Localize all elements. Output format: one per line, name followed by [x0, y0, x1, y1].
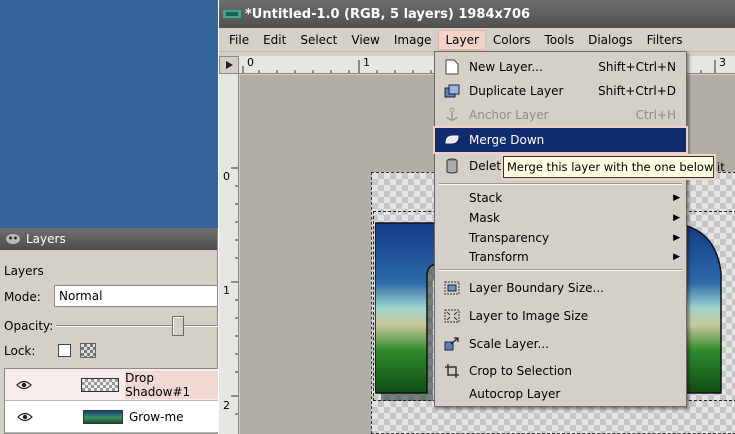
submenu-arrow-icon: ▶	[673, 252, 680, 262]
menu-colors[interactable]: Colors	[487, 31, 537, 49]
menu-item-label: Anchor Layer	[469, 108, 549, 122]
menu-image[interactable]: Image	[388, 31, 438, 49]
opacity-slider[interactable]	[56, 325, 218, 327]
gimp-logo-icon	[4, 232, 22, 246]
menu-item-label: Crop to Selection	[469, 364, 572, 378]
dock-title: Layers	[26, 232, 66, 246]
ruler-corner-button[interactable]	[219, 56, 239, 74]
layer-boundary-icon	[435, 281, 469, 295]
layer-row-grow-me[interactable]: Grow-me	[5, 401, 218, 433]
menu-item-layer-boundary-size[interactable]: Layer Boundary Size...	[435, 276, 686, 300]
anchor-icon	[435, 107, 469, 123]
dock-titlebar[interactable]: Layers	[0, 228, 217, 250]
merge-down-tooltip: Merge this layer with the one below it	[503, 156, 725, 178]
mode-value: Normal	[59, 289, 103, 303]
layer-row-drop-shadow[interactable]: Drop Shadow#1	[5, 369, 218, 401]
layers-dock: Layers Layers Mode: Normal Opacity: Lock…	[0, 228, 218, 434]
menu-separator	[439, 269, 682, 271]
opacity-label: Opacity:	[4, 319, 54, 333]
menu-item-label: Merge Down	[469, 133, 545, 147]
menu-file[interactable]: File	[223, 31, 255, 49]
menu-dialogs[interactable]: Dialogs	[582, 31, 638, 49]
menu-item-transform[interactable]: Transform ▶	[435, 245, 686, 269]
crop-icon	[435, 363, 469, 379]
mode-select[interactable]: Normal	[54, 285, 218, 307]
menu-item-label: Layer Boundary Size...	[469, 281, 604, 295]
menu-tools[interactable]: Tools	[539, 31, 581, 49]
desktop-background	[0, 0, 218, 228]
layer-thumbnail	[81, 377, 120, 392]
layer-to-image-icon	[435, 309, 469, 323]
vertical-ruler[interactable]: 0 1 2	[219, 74, 239, 434]
menu-item-shortcut: Shift+Ctrl+D	[598, 84, 676, 98]
window-titlebar[interactable]: *Untitled-1.0 (RGB, 5 layers) 1984x706	[219, 0, 735, 28]
menu-item-shortcut: Shift+Ctrl+N	[598, 60, 676, 74]
eye-icon[interactable]	[5, 412, 45, 422]
menu-view[interactable]: View	[345, 31, 385, 49]
menu-item-duplicate-layer[interactable]: Duplicate Layer Shift+Ctrl+D	[435, 79, 686, 103]
layer-name: Drop Shadow#1	[125, 370, 218, 399]
menu-item-label: Transparency	[469, 231, 550, 245]
window-title: *Untitled-1.0 (RGB, 5 layers) 1984x706	[245, 6, 531, 22]
menu-item-autocrop-layer[interactable]: Autocrop Layer	[435, 382, 686, 406]
eye-icon[interactable]	[5, 380, 43, 390]
lock-pixels-checkbox[interactable]	[58, 344, 71, 357]
menu-filters[interactable]: Filters	[641, 31, 689, 49]
lock-alpha-icon[interactable]	[80, 343, 96, 358]
menu-item-label: New Layer...	[469, 60, 543, 74]
trash-icon	[435, 158, 469, 174]
menu-item-shortcut: Ctrl+H	[635, 108, 676, 122]
mode-label: Mode:	[4, 290, 41, 304]
menu-item-label: Transform	[469, 250, 529, 264]
duplicate-layer-icon	[435, 84, 469, 98]
menu-item-new-layer[interactable]: New Layer... Shift+Ctrl+N	[435, 55, 686, 79]
menu-separator	[439, 183, 682, 185]
menu-edit[interactable]: Edit	[257, 31, 292, 49]
ruler-label: 0	[247, 56, 254, 69]
menu-item-scale-layer[interactable]: Scale Layer...	[435, 332, 686, 356]
lock-label: Lock:	[4, 344, 36, 358]
menu-item-crop-to-selection[interactable]: Crop to Selection	[435, 359, 686, 383]
menu-item-label: Layer to Image Size	[469, 309, 589, 323]
layer-list: Drop Shadow#1 Grow-me	[4, 368, 218, 434]
menubar: File Edit Select View Image Layer Colors…	[219, 28, 735, 52]
opacity-slider-handle[interactable]	[172, 316, 184, 336]
new-layer-icon	[435, 59, 469, 75]
menu-item-label: Duplicate Layer	[469, 84, 564, 98]
menu-item-label: Scale Layer...	[469, 337, 549, 351]
merge-down-icon	[435, 134, 469, 146]
layer-name: Grow-me	[129, 409, 184, 424]
menu-item-label: Stack	[469, 191, 503, 205]
layer-thumbnail	[83, 409, 123, 424]
layers-section-label: Layers	[4, 264, 44, 278]
menu-item-anchor-layer[interactable]: Anchor Layer Ctrl+H	[435, 103, 686, 127]
ruler-label: 3	[719, 56, 726, 69]
menu-item-label: Mask	[469, 211, 500, 225]
scale-icon	[435, 337, 469, 351]
layer-menu-dropdown: New Layer... Shift+Ctrl+N Duplicate Laye…	[433, 51, 688, 407]
menu-select[interactable]: Select	[294, 31, 343, 49]
ruler-label: 1	[363, 56, 370, 69]
submenu-arrow-icon: ▶	[673, 233, 680, 243]
menu-layer[interactable]: Layer	[438, 29, 486, 50]
menu-item-label: Autocrop Layer	[469, 387, 561, 401]
menu-item-merge-down[interactable]: Merge Down	[433, 126, 688, 154]
menu-item-layer-to-image-size[interactable]: Layer to Image Size	[435, 304, 686, 328]
submenu-arrow-icon: ▶	[673, 213, 680, 223]
window-logo-icon	[223, 8, 243, 20]
submenu-arrow-icon: ▶	[673, 193, 680, 203]
